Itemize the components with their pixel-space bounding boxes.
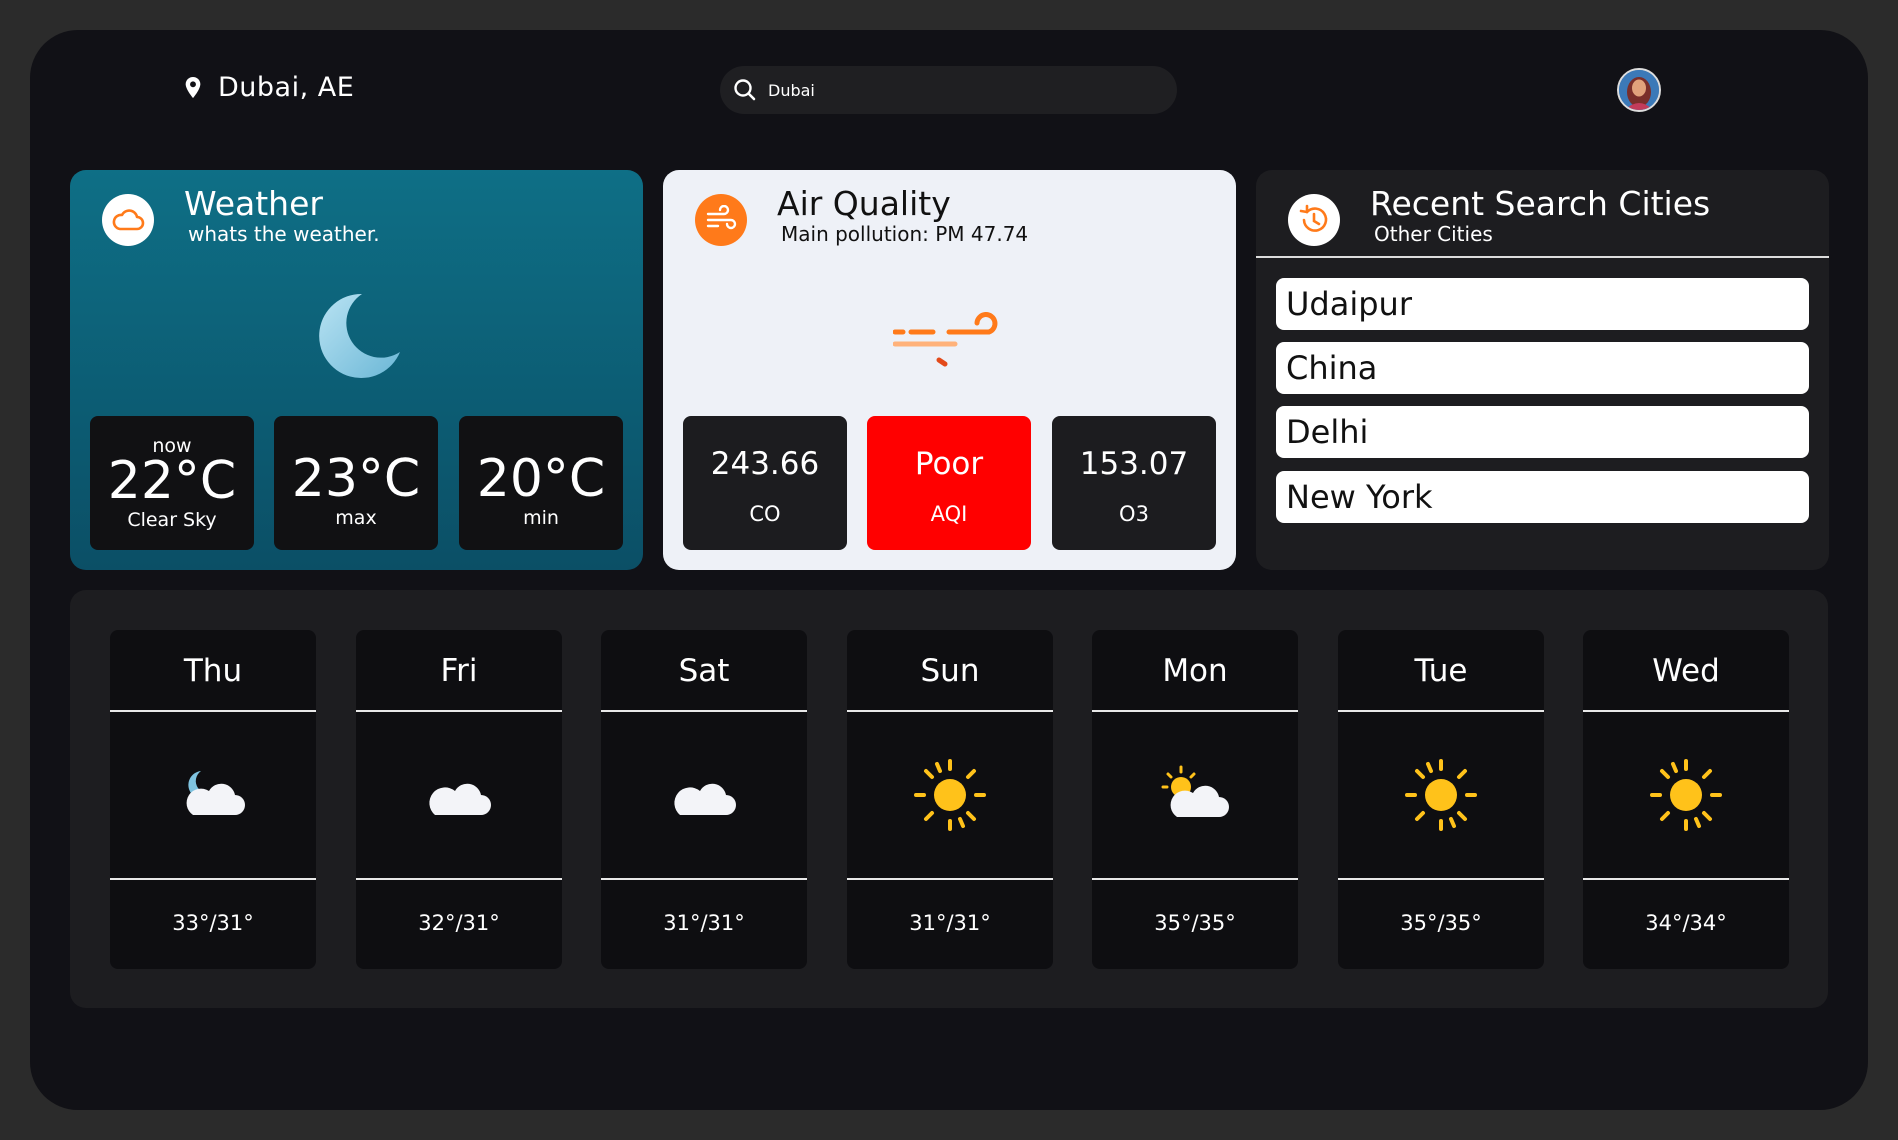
co-label: CO xyxy=(749,502,781,526)
location-pin-icon xyxy=(185,76,201,98)
max-label: max xyxy=(335,507,377,529)
avatar[interactable] xyxy=(1617,68,1661,112)
moon-icon xyxy=(319,293,400,378)
aqi-label: AQI xyxy=(930,502,968,526)
sun-icon xyxy=(1583,712,1789,880)
air-quality-card: Air Quality Main pollution: PM 47.74 243… xyxy=(663,170,1236,570)
location[interactable]: Dubai, AE xyxy=(182,72,354,103)
max-temp: 23°C xyxy=(291,449,421,509)
co-box: 243.66 CO xyxy=(683,416,847,550)
forecast-day-card[interactable]: Wed 34°/34° xyxy=(1583,630,1789,969)
history-icon xyxy=(1288,194,1340,246)
weather-card: Weather whats the weather. now 22°C Clea… xyxy=(70,170,643,570)
current-temp-box: now 22°C Clear Sky xyxy=(90,416,254,550)
day-name: Sat xyxy=(601,630,807,712)
cloud-icon xyxy=(601,712,807,880)
wind-illustration-icon xyxy=(893,312,998,367)
co-value: 243.66 xyxy=(710,446,820,482)
moon-cloud-icon xyxy=(110,712,316,880)
city-item[interactable]: Delhi xyxy=(1276,406,1809,458)
divider xyxy=(1256,256,1829,258)
avatar-image xyxy=(1619,70,1659,110)
cloud-icon xyxy=(356,712,562,880)
aqi-box: Poor AQI xyxy=(867,416,1031,550)
o3-value: 153.07 xyxy=(1079,446,1189,482)
location-label: Dubai, AE xyxy=(218,72,355,103)
wind-icon xyxy=(695,194,747,246)
min-temp-box: 20°C min xyxy=(459,416,623,550)
o3-label: O3 xyxy=(1119,502,1149,526)
forecast-day-card[interactable]: Tue 35°/35° xyxy=(1338,630,1544,969)
day-temp: 33°/31° xyxy=(172,911,254,935)
sun-icon xyxy=(1338,712,1544,880)
forecast-day-card[interactable]: Sun 31°/31° xyxy=(847,630,1053,969)
city-item[interactable]: China xyxy=(1276,342,1809,394)
min-label: min xyxy=(523,507,559,529)
now-desc: Clear Sky xyxy=(127,509,217,531)
app-frame: Dubai, AE Weather whats the weather. xyxy=(30,30,1868,1110)
sun-icon xyxy=(847,712,1053,880)
forecast-day-card[interactable]: Fri 32°/31° xyxy=(356,630,562,969)
day-temp: 32°/31° xyxy=(418,911,500,935)
now-temp: 22°C xyxy=(107,451,237,511)
day-name: Wed xyxy=(1583,630,1789,712)
forecast-day-card[interactable]: Mon 35°/35° xyxy=(1092,630,1298,969)
search-icon xyxy=(734,79,756,101)
search-bar[interactable] xyxy=(720,66,1177,114)
min-temp: 20°C xyxy=(476,449,606,509)
day-name: Thu xyxy=(110,630,316,712)
sun-cloud-icon xyxy=(1092,712,1298,880)
weather-subtitle: whats the weather. xyxy=(188,222,380,246)
day-temp: 34°/34° xyxy=(1645,911,1727,935)
day-temp: 31°/31° xyxy=(663,911,745,935)
recent-cities-card: Recent Search Cities Other Cities Udaipu… xyxy=(1256,170,1829,570)
day-name: Fri xyxy=(356,630,562,712)
weather-title: Weather xyxy=(184,184,323,223)
city-item[interactable]: Udaipur xyxy=(1276,278,1809,330)
max-temp-box: 23°C max xyxy=(274,416,438,550)
aqi-value: Poor xyxy=(914,446,984,482)
day-name: Mon xyxy=(1092,630,1298,712)
day-temp: 35°/35° xyxy=(1400,911,1482,935)
recent-subtitle: Other Cities xyxy=(1374,222,1493,246)
forecast-panel: Thu 33°/31° Fri 32°/31° Sat 31°/31° Sun … xyxy=(70,590,1828,1008)
cloud-icon xyxy=(102,194,154,246)
forecast-day-card[interactable]: Sat 31°/31° xyxy=(601,630,807,969)
forecast-day-card[interactable]: Thu 33°/31° xyxy=(110,630,316,969)
city-item[interactable]: New York xyxy=(1276,471,1809,523)
day-temp: 31°/31° xyxy=(909,911,991,935)
air-subtitle: Main pollution: PM 47.74 xyxy=(781,222,1029,246)
day-name: Tue xyxy=(1338,630,1544,712)
day-temp: 35°/35° xyxy=(1154,911,1236,935)
air-title: Air Quality xyxy=(777,184,951,223)
day-name: Sun xyxy=(847,630,1053,712)
recent-title: Recent Search Cities xyxy=(1370,184,1711,223)
search-input[interactable] xyxy=(768,80,1148,100)
o3-box: 153.07 O3 xyxy=(1052,416,1216,550)
